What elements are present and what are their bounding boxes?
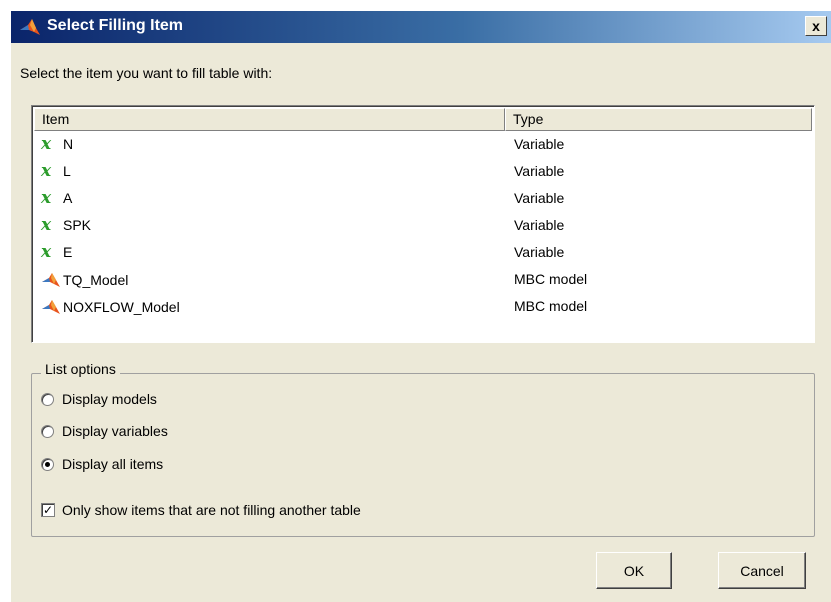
radio-display-variables[interactable]: Display variables — [41, 423, 168, 439]
item-name: A — [63, 190, 73, 206]
item-name: TQ_Model — [63, 272, 129, 288]
item-cell: TQ_Model — [41, 271, 128, 289]
list-header: Item Type — [34, 108, 812, 131]
checkbox-label: Only show items that are not filling ano… — [62, 502, 361, 518]
item-type: Variable — [514, 244, 565, 260]
ok-button[interactable]: OK — [596, 552, 672, 589]
radio-label: Display variables — [62, 423, 168, 439]
item-name: E — [63, 244, 73, 260]
list-item[interactable]: x E Variable — [34, 239, 812, 266]
list-rows: x N Variable x L Variable x A Variable x SPK Variab… — [34, 131, 812, 320]
instruction-text: Select the item you want to fill table w… — [20, 65, 273, 81]
item-type: MBC model — [514, 271, 588, 287]
variable-icon: x — [41, 161, 52, 181]
radio-button[interactable] — [41, 424, 54, 438]
item-name: N — [63, 136, 74, 152]
radio-button[interactable] — [41, 457, 54, 471]
item-cell: xE — [41, 242, 73, 262]
variable-icon: x — [41, 188, 52, 208]
variable-icon: x — [41, 242, 52, 262]
item-cell: xL — [41, 161, 71, 181]
item-cell: xA — [41, 188, 73, 208]
close-icon: x — [812, 18, 820, 34]
column-header-type[interactable]: Type — [505, 108, 812, 131]
window-title: Select Filling Item — [47, 17, 184, 34]
item-type: Variable — [514, 190, 565, 206]
cancel-button[interactable]: Cancel — [718, 552, 806, 589]
variable-icon: x — [41, 215, 52, 235]
list-item[interactable]: x A Variable — [34, 185, 812, 212]
title-bar[interactable]: Select Filling Item x — [11, 11, 831, 43]
matlab-model-icon — [41, 271, 61, 289]
column-header-item[interactable]: Item — [34, 108, 505, 131]
list-options-legend: List options — [41, 361, 120, 377]
item-cell: xN — [41, 134, 74, 154]
only-unfilled-checkbox-row[interactable]: ✓ Only show items that are not filling a… — [41, 502, 361, 518]
item-type: MBC model — [514, 298, 588, 314]
close-button[interactable]: x — [805, 16, 827, 36]
list-item[interactable]: x L Variable — [34, 158, 812, 185]
item-type: Variable — [514, 217, 565, 233]
item-type: Variable — [514, 136, 565, 152]
item-name: SPK — [63, 217, 92, 233]
radio-display-all-items[interactable]: Display all items — [41, 456, 163, 472]
list-item[interactable]: x SPK Variable — [34, 212, 812, 239]
item-cell: NOXFLOW_Model — [41, 298, 180, 316]
item-name: NOXFLOW_Model — [63, 299, 180, 315]
matlab-model-icon — [41, 298, 61, 316]
matlab-logo-icon — [20, 19, 40, 35]
list-item[interactable]: NOXFLOW_Model MBC model — [34, 293, 812, 320]
only-unfilled-checkbox[interactable]: ✓ — [41, 503, 55, 517]
list-item[interactable]: TQ_Model MBC model — [34, 266, 812, 293]
radio-display-models[interactable]: Display models — [41, 391, 157, 407]
item-name: L — [63, 163, 71, 179]
radio-label: Display models — [62, 391, 157, 407]
list-item[interactable]: x N Variable — [34, 131, 812, 158]
radio-label: Display all items — [62, 456, 164, 472]
checkmark-icon: ✓ — [42, 503, 54, 517]
variable-icon: x — [41, 134, 52, 154]
item-cell: x SPK — [41, 215, 92, 235]
select-filling-item-dialog: Select Filling Item x Select the item yo… — [10, 10, 831, 602]
radio-button[interactable] — [41, 392, 54, 406]
item-type: Variable — [514, 163, 565, 179]
item-list[interactable]: Item Type x N Variable x L Variable x A Variable… — [31, 105, 815, 343]
